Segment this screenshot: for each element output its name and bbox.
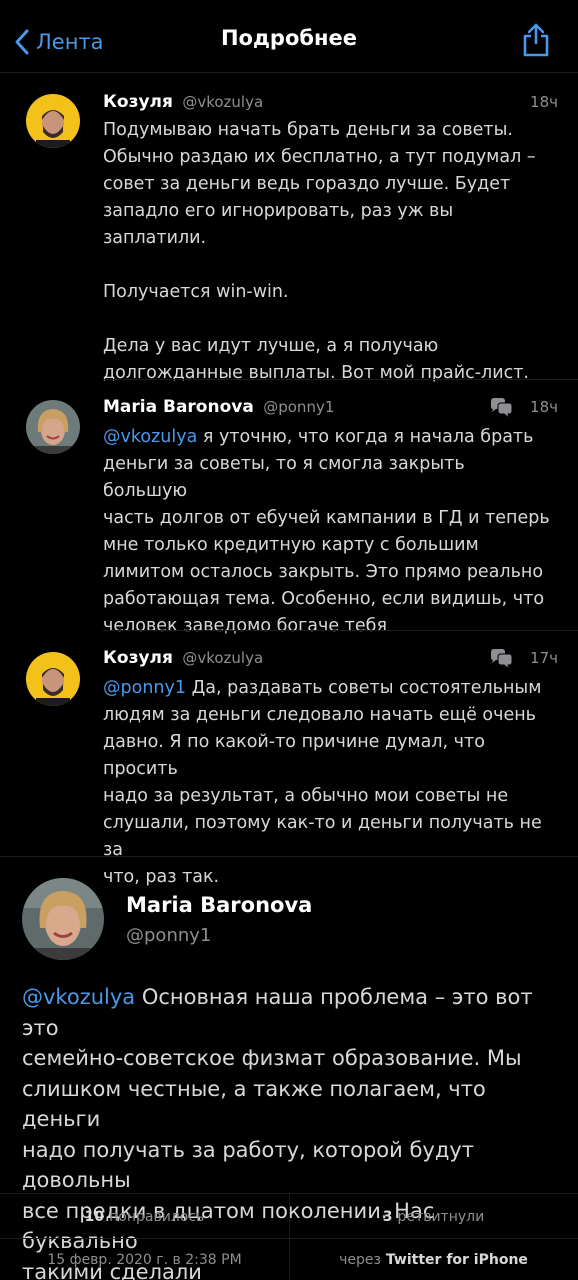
author-name[interactable]: Козуля	[103, 92, 173, 112]
tweet-header: Maria Baronova @ponny1 18ч	[103, 397, 558, 423]
tweet-time: 18ч	[530, 398, 558, 416]
retweets-label: ретвитнули	[397, 1209, 485, 1225]
mention-link[interactable]: @vkozulya	[22, 985, 135, 1009]
likes-stat[interactable]: 10 понравилось	[0, 1194, 289, 1240]
thread-tweet[interactable]: Козуля @vkozulya 18ч Подумываю начать бр…	[0, 92, 578, 383]
mention-link[interactable]: @ponny1	[103, 678, 186, 698]
tweet-header: Козуля @vkozulya 17ч	[103, 648, 558, 674]
likes-count: 10	[84, 1209, 105, 1225]
tweet-time: 18ч	[530, 93, 558, 111]
tweet-date: 15 февр. 2020 г. в 2:38 PM	[47, 1252, 242, 1268]
via-app: Twitter for iPhone	[385, 1252, 528, 1268]
likes-label: понравилось	[109, 1209, 205, 1225]
main-author-name[interactable]: Maria Baronova	[126, 893, 312, 917]
via-label: через	[339, 1252, 381, 1268]
mention-link[interactable]: @vkozulya	[103, 427, 197, 447]
reply-thread-icon	[491, 398, 513, 419]
author-handle[interactable]: @ponny1	[263, 398, 334, 416]
author-handle[interactable]: @vkozulya	[182, 649, 263, 667]
divider	[103, 630, 578, 631]
author-name[interactable]: Козуля	[103, 648, 173, 668]
tweet-text-content: я уточню, что когда я начала брать деньг…	[103, 427, 550, 636]
reply-thread-icon	[491, 649, 513, 670]
engagement-row: 10 понравилось 3 ретвитнули	[0, 1193, 578, 1240]
avatar[interactable]	[26, 652, 80, 706]
tweet-text-content: Подумываю начать брать деньги за советы.…	[103, 120, 536, 383]
avatar[interactable]	[26, 400, 80, 454]
main-author-handle[interactable]: @ponny1	[126, 925, 211, 946]
tweet-detail-screen: Лента Подробнее Козуля @vkozulya 18ч Под…	[0, 0, 578, 1280]
page-title: Подробнее	[220, 26, 358, 50]
author-handle[interactable]: @vkozulya	[182, 93, 263, 111]
via-source[interactable]: через Twitter for iPhone	[289, 1239, 578, 1280]
divider	[103, 379, 578, 380]
tweet-time: 17ч	[530, 649, 558, 667]
retweets-count: 3	[382, 1209, 393, 1225]
retweets-stat[interactable]: 3 ретвитнули	[289, 1194, 578, 1240]
thread-tweet[interactable]: Козуля @vkozulya 17ч @ponny1 Да, раздава…	[0, 648, 578, 887]
divider	[0, 856, 578, 857]
main-avatar[interactable]	[22, 878, 104, 960]
thread-tweet[interactable]: Maria Baronova @ponny1 18ч @vkozulya я у…	[0, 397, 578, 636]
tweet-text: @vkozulya я уточню, что когда я начала б…	[103, 424, 550, 640]
tweet-text: Подумываю начать брать деньги за советы.…	[103, 117, 550, 387]
share-icon[interactable]	[520, 22, 552, 58]
meta-row: 15 февр. 2020 г. в 2:38 PM через Twitter…	[0, 1238, 578, 1280]
nav-bar: Лента Подробнее	[0, 0, 578, 73]
tweet-header: Козуля @vkozulya 18ч	[103, 92, 558, 118]
tweet-text: @ponny1 Да, раздавать советы состоятельн…	[103, 675, 550, 891]
avatar[interactable]	[26, 94, 80, 148]
author-name[interactable]: Maria Baronova	[103, 397, 254, 417]
